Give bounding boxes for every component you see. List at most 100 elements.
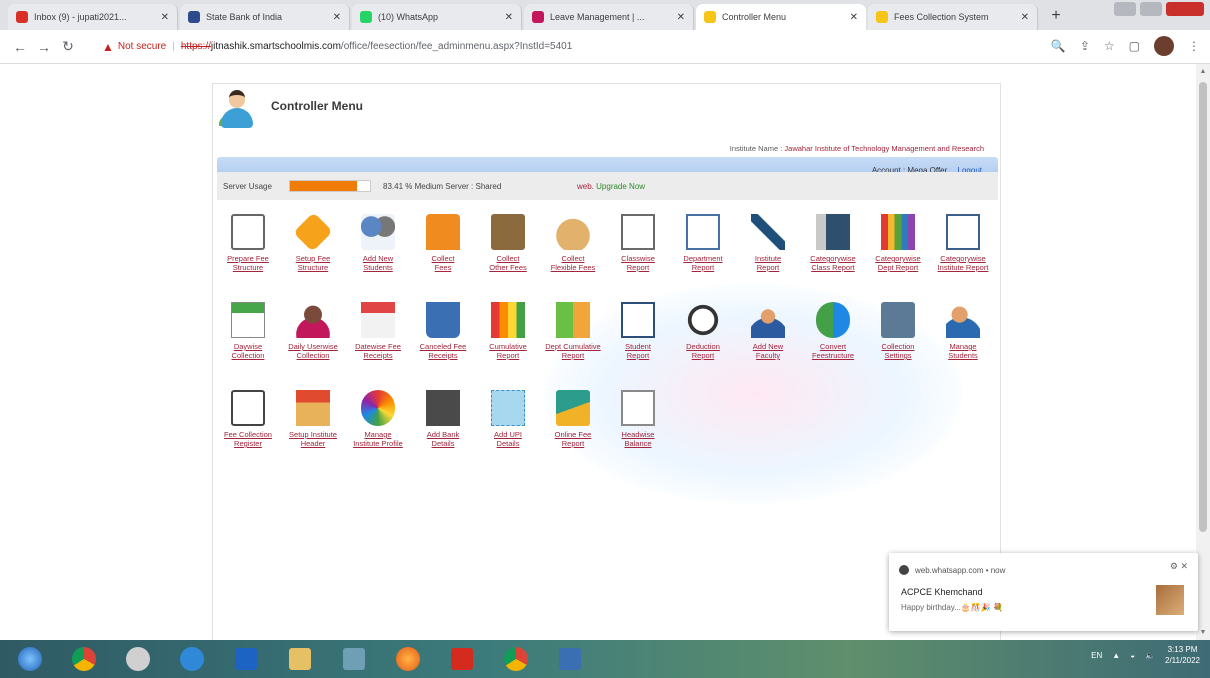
menu-item-label[interactable]: Cumulative <box>478 342 538 351</box>
menu-item-label[interactable]: Details <box>413 439 473 448</box>
menu-item-label[interactable]: Collect <box>478 254 538 263</box>
menu-item-label[interactable]: Students <box>348 263 408 272</box>
menu-item-label[interactable]: Class Report <box>803 263 863 272</box>
menu-item[interactable]: Department Report <box>673 214 733 272</box>
menu-item-icon[interactable] <box>361 390 395 426</box>
menu-item-label[interactable]: Receipts <box>413 351 473 360</box>
menu-item-label[interactable]: Dept Report <box>868 263 928 272</box>
menu-item-icon[interactable] <box>816 302 850 338</box>
browser-tab[interactable]: Inbox (9) - jupati2021... ✕ <box>8 4 178 30</box>
menu-item-label[interactable]: Deduction <box>673 342 733 351</box>
volume-icon[interactable]: 🔈 <box>1145 651 1155 660</box>
back-icon[interactable]: ← <box>10 39 30 55</box>
menu-item[interactable]: Classwise Report <box>608 214 668 272</box>
tab-close-icon[interactable]: ✕ <box>850 12 858 23</box>
menu-item-label[interactable]: Dept Cumulative <box>543 342 603 351</box>
menu-item-label[interactable]: Online Fee <box>543 430 603 439</box>
menu-item-label[interactable]: Student <box>608 342 668 351</box>
menu-icon[interactable]: ⋮ <box>1188 39 1200 53</box>
menu-item-icon[interactable] <box>946 302 980 338</box>
menu-item[interactable]: Datewise Fee Receipts <box>348 302 408 360</box>
menu-item[interactable]: Collect Other Fees <box>478 214 538 272</box>
menu-item[interactable]: Collect Flexible Fees <box>543 214 603 272</box>
file-explorer-icon[interactable] <box>282 644 318 674</box>
tab-close-icon[interactable]: ✕ <box>161 12 169 23</box>
menu-item-label[interactable]: Setup Institute <box>283 430 343 439</box>
url-bar[interactable]: ▲ Not secure | https:// jitnashik.smarts… <box>92 34 1092 59</box>
menu-item-label[interactable]: Report <box>738 263 798 272</box>
menu-item-label[interactable]: Collection <box>283 351 343 360</box>
tab-close-icon[interactable]: ✕ <box>333 12 341 23</box>
media-center-icon[interactable] <box>228 644 264 674</box>
network-icon[interactable] <box>336 644 372 674</box>
menu-item-icon[interactable] <box>556 302 590 338</box>
menu-item-icon[interactable] <box>426 390 460 426</box>
menu-item-label[interactable]: Convert <box>803 342 863 351</box>
system-clock[interactable]: 3:13 PM 2/11/2022 <box>1165 644 1200 666</box>
settings-icon[interactable]: ⚙ <box>1170 561 1178 571</box>
menu-item-icon[interactable] <box>621 214 655 250</box>
menu-item-icon[interactable] <box>686 302 720 338</box>
menu-item[interactable]: Fee Collection Register <box>218 390 278 448</box>
menu-item-label[interactable]: Report <box>608 263 668 272</box>
menu-item-label[interactable]: Report <box>673 263 733 272</box>
menu-item[interactable]: Setup Fee Structure <box>283 212 343 272</box>
menu-item-label[interactable]: Institute <box>738 254 798 263</box>
zoom-icon[interactable]: 🔍 <box>1051 39 1066 53</box>
menu-item[interactable]: Cumulative Report <box>478 302 538 360</box>
menu-item-icon[interactable] <box>751 302 785 338</box>
menu-item-icon[interactable] <box>556 390 590 426</box>
maximize-button[interactable] <box>1140 2 1162 16</box>
menu-item[interactable]: Categorywise Institute Report <box>933 214 993 272</box>
chrome-active-icon[interactable] <box>498 644 534 674</box>
menu-item-label[interactable]: Categorywise <box>868 254 928 263</box>
scroll-thumb[interactable] <box>1199 82 1207 532</box>
menu-item-label[interactable]: Collect <box>543 254 603 263</box>
menu-item-icon[interactable] <box>491 302 525 338</box>
menu-item[interactable]: Daywise Collection <box>218 302 278 360</box>
browser-tab[interactable]: (10) WhatsApp ✕ <box>352 4 522 30</box>
menu-item[interactable]: Prepare Fee Structure <box>218 214 278 272</box>
menu-item-label[interactable]: Daywise <box>218 342 278 351</box>
page-scrollbar[interactable]: ▲ ▼ <box>1196 64 1210 640</box>
menu-item-label[interactable]: Feestructure <box>803 351 863 360</box>
menu-item-label[interactable]: Structure <box>218 263 278 272</box>
tray-arrow-icon[interactable]: ▲ <box>1112 651 1120 660</box>
menu-item-label[interactable]: Institute Report <box>933 263 993 272</box>
menu-item[interactable]: Add New Faculty <box>738 302 798 360</box>
menu-item-label[interactable]: Report <box>543 439 603 448</box>
menu-item-label[interactable]: Manage <box>933 342 993 351</box>
start-button[interactable] <box>12 644 48 674</box>
menu-item[interactable]: Dept Cumulative Report <box>543 302 603 360</box>
menu-item-icon[interactable] <box>556 214 590 250</box>
bookmark-star-icon[interactable]: ☆ <box>1104 39 1115 53</box>
menu-item-label[interactable]: Institute Profile <box>348 439 408 448</box>
menu-item-icon[interactable] <box>361 214 395 250</box>
menu-item-icon[interactable] <box>946 214 980 250</box>
menu-item[interactable]: Convert Feestructure <box>803 302 863 360</box>
menu-item-icon[interactable] <box>231 302 265 338</box>
menu-item-label[interactable]: Add Bank <box>413 430 473 439</box>
menu-item-label[interactable]: Categorywise <box>803 254 863 263</box>
menu-item[interactable]: Deduction Report <box>673 302 733 360</box>
menu-item[interactable]: Daily Userwise Collection <box>283 302 343 360</box>
firefox-icon[interactable] <box>390 644 426 674</box>
pdf-reader-icon[interactable] <box>444 644 480 674</box>
sidebar-icon[interactable]: ▢ <box>1129 39 1140 53</box>
forward-icon[interactable]: → <box>34 39 54 55</box>
chrome-taskbar-icon[interactable] <box>66 644 102 674</box>
menu-item-label[interactable]: Report <box>608 351 668 360</box>
menu-item-label[interactable]: Classwise <box>608 254 668 263</box>
media-player-icon[interactable] <box>120 644 156 674</box>
menu-item-icon[interactable] <box>881 302 915 338</box>
menu-item[interactable]: Institute Report <box>738 214 798 272</box>
profile-avatar[interactable] <box>1154 36 1174 56</box>
menu-item-label[interactable]: Setup Fee <box>283 254 343 263</box>
menu-item[interactable]: Manage Institute Profile <box>348 390 408 448</box>
language-indicator[interactable]: EN <box>1091 651 1102 660</box>
menu-item-icon[interactable] <box>361 302 395 338</box>
menu-item-icon[interactable] <box>426 214 460 250</box>
menu-item-icon[interactable] <box>293 212 333 252</box>
menu-item-label[interactable]: Other Fees <box>478 263 538 272</box>
menu-item-label[interactable]: Structure <box>283 263 343 272</box>
